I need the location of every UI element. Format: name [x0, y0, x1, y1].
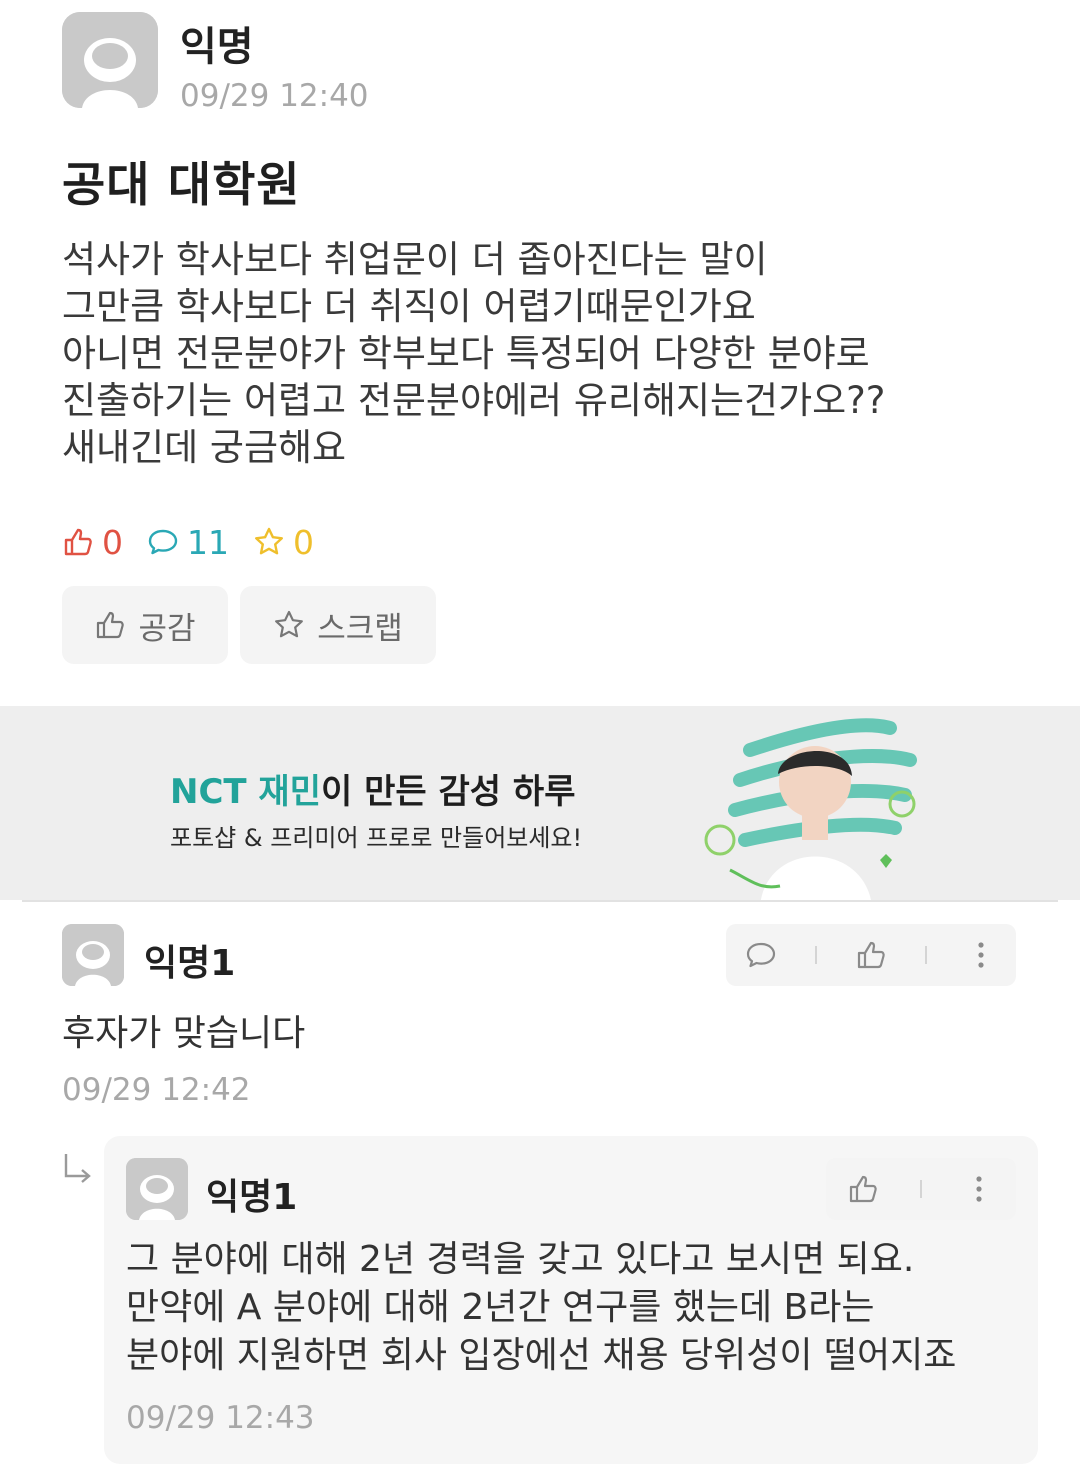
post-body-line: 아니면 전문분야가 학부보다 특정되어 다양한 분야로: [62, 332, 870, 375]
reply-text: 그 분야에 대해 2년 경력을 갖고 있다고 보시면 되요. 만약에 A 분야에…: [126, 1236, 956, 1380]
ad-subline: 포토샵 & 프리미어 프로로 만들어보세요!: [170, 824, 583, 852]
avatar-icon: [62, 12, 158, 108]
scrap-count-value: 0: [293, 522, 314, 562]
comment-timestamp: 09/29 12:42: [62, 1072, 251, 1108]
section-divider: [22, 900, 1058, 902]
reply-button[interactable]: [744, 938, 778, 972]
speech-bubble-icon: [148, 529, 178, 555]
scrap-count: 0: [253, 523, 314, 562]
like-button[interactable]: 공감: [62, 586, 228, 664]
toolbar-separator: [920, 1180, 922, 1198]
like-count-value: 0: [102, 522, 123, 562]
toolbar-separator: [924, 946, 927, 964]
more-vertical-icon: [977, 942, 984, 968]
post-body-line: 석사가 학사보다 취업문이 더 좁아진다는 말이: [62, 238, 768, 281]
like-button-label: 공감: [138, 610, 196, 647]
reply-timestamp: 09/29 12:43: [126, 1400, 315, 1436]
ad-illustration: [704, 718, 917, 900]
comment-author: 익명1: [144, 943, 236, 984]
post-body: 석사가 학사보다 취업문이 더 좁아진다는 말이 그만큼 학사보다 더 취직이 …: [62, 236, 1042, 471]
ad-headline: NCT 재민이 만든 감성 하루: [170, 764, 575, 813]
author-avatar: [62, 12, 158, 108]
comment-count: 11: [147, 523, 229, 562]
comment-toolbar: [726, 924, 1016, 986]
thumbs-up-icon: [849, 1175, 877, 1203]
like-count: 0: [62, 523, 123, 562]
star-icon: [255, 527, 283, 555]
reply-more-button[interactable]: [962, 1172, 996, 1206]
toolbar-separator: [815, 946, 818, 964]
post-author: 익명: [180, 24, 254, 70]
comment-more-button[interactable]: [964, 938, 998, 972]
comment-text: 후자가 맞습니다: [62, 1013, 306, 1054]
thumbs-up-icon: [857, 941, 885, 969]
comment-avatar: [62, 924, 124, 986]
post-timestamp: 09/29 12:40: [180, 78, 369, 114]
comment-count-value: 11: [187, 522, 229, 562]
ad-headline-rest: 이 만든 감성 하루: [321, 772, 576, 812]
reply-toolbar: [826, 1158, 1016, 1220]
scrap-button-label: 스크랩: [317, 610, 403, 647]
reply-text-line: 분야에 지원하면 회사 입장에선 채용 당위성이 떨어지죠: [126, 1335, 957, 1376]
ad-banner[interactable]: NCT 재민이 만든 감성 하루 포토샵 & 프리미어 프로로 만들어보세요!: [0, 706, 1080, 900]
speech-bubble-icon: [747, 942, 776, 968]
ad-headline-highlight: NCT 재민: [170, 772, 321, 812]
avatar-icon: [126, 1158, 188, 1220]
comment-like-button[interactable]: [854, 938, 888, 972]
star-icon: [275, 610, 304, 638]
reply-arrow-icon: [64, 1154, 91, 1183]
reply-text-line: 그 분야에 대해 2년 경력을 갖고 있다고 보시면 되요.: [126, 1239, 915, 1280]
post-body-line: 진출하기는 어렵고 전문분야에러 유리해지는건가오??: [62, 379, 886, 422]
avatar-icon: [62, 924, 124, 986]
post-stats: 0 11 0: [62, 518, 338, 566]
post-body-line: 그만큼 학사보다 더 취직이 어렵기때문인가요: [62, 285, 756, 328]
post-title: 공대 대학원: [62, 158, 301, 213]
reply-avatar: [126, 1158, 188, 1220]
scrap-button[interactable]: 스크랩: [240, 586, 436, 664]
reply-text-line: 만약에 A 분야에 대해 2년간 연구를 했는데 B라는: [126, 1287, 875, 1328]
reply-author: 익명1: [206, 1177, 298, 1218]
reply-like-button[interactable]: [846, 1172, 880, 1206]
thumbs-up-icon: [64, 528, 92, 556]
more-vertical-icon: [976, 1176, 982, 1202]
post-body-line: 새내긴데 궁금해요: [62, 426, 347, 469]
thumbs-up-icon: [97, 611, 125, 639]
